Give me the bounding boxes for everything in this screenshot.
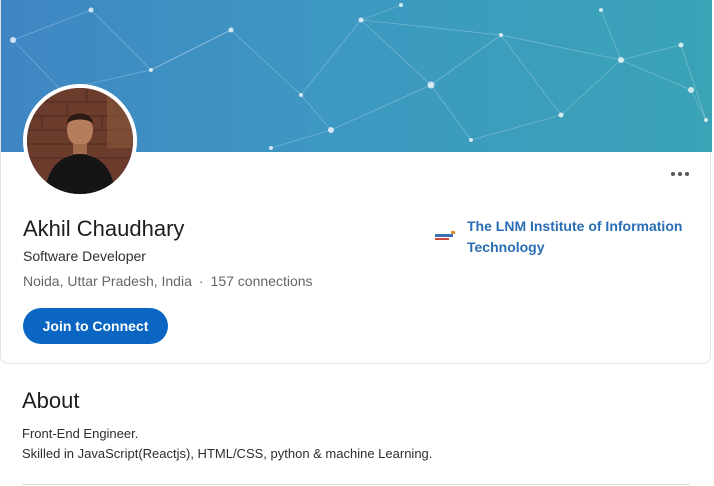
connections-count: 157 connections xyxy=(210,273,313,289)
ellipsis-dot xyxy=(685,172,689,176)
ellipsis-dot xyxy=(678,172,682,176)
ellipsis-icon xyxy=(671,172,675,176)
about-line: Skilled in JavaScript(Reactjs), HTML/CSS… xyxy=(22,446,433,461)
about-line: Front-End Engineer. xyxy=(22,426,139,441)
school-name-link[interactable]: The LNM Institute of Information Technol… xyxy=(467,216,707,258)
location-text: Noida, Uttar Pradesh, India xyxy=(23,273,192,289)
separator: · xyxy=(198,273,204,289)
profile-photo xyxy=(27,88,133,194)
profile-page: Akhil Chaudhary Software Developer Noida… xyxy=(0,0,714,486)
about-heading: About xyxy=(22,388,80,413)
more-options-button[interactable] xyxy=(665,162,695,186)
location-line: Noida, Uttar Pradesh, India · 157 connecti… xyxy=(23,273,313,289)
section-divider xyxy=(22,484,690,485)
profile-card: Akhil Chaudhary Software Developer Noida… xyxy=(0,0,712,364)
profile-headline: Software Developer xyxy=(23,248,146,264)
school-logo-icon xyxy=(433,228,457,244)
join-to-connect-button[interactable]: Join to Connect xyxy=(23,308,168,344)
profile-name: Akhil Chaudhary xyxy=(23,216,185,241)
about-text: Front-End Engineer. Skilled in JavaScrip… xyxy=(22,424,432,464)
avatar[interactable] xyxy=(23,84,137,198)
